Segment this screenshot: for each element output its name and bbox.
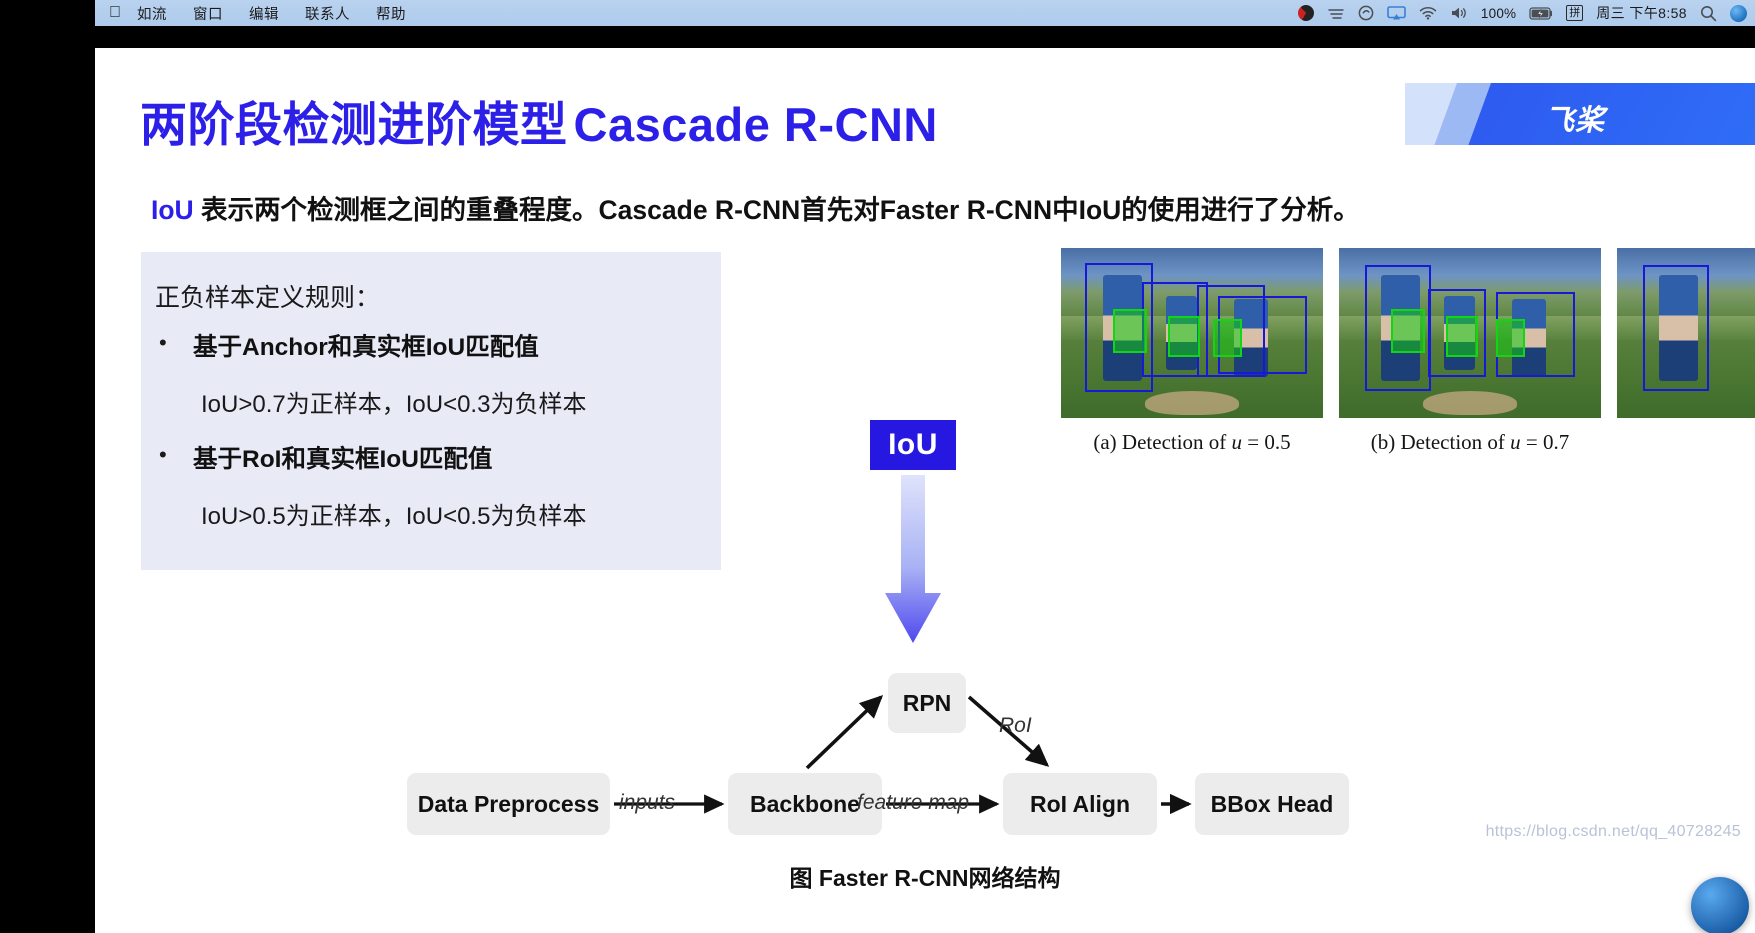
bullet-marker: •	[159, 330, 167, 355]
detection-image-b	[1339, 248, 1601, 418]
flowchart: Data Preprocess Backbone RPN RoI Align B…	[95, 613, 1755, 933]
menu-item-1[interactable]: 窗口	[193, 3, 223, 24]
photo-background	[1061, 248, 1323, 418]
search-icon[interactable]	[1700, 5, 1717, 22]
macos-menu-bar:  如流 窗口 编辑 联系人 帮助 100%	[0, 0, 1755, 26]
rules-detail-1: IoU>0.5为正样本，IoU<0.5为负样本	[201, 503, 587, 530]
rules-bullet-1: • 基于RoI和真实框IoU匹配值	[159, 440, 719, 475]
segmentation-mask	[1391, 309, 1426, 354]
floating-action-button[interactable]	[1691, 877, 1749, 933]
segmentation-mask	[1446, 316, 1478, 357]
subtitle-rest: 表示两个检测框之间的重叠程度。Cascade R-CNN首先对Faster R-…	[193, 195, 1360, 225]
rules-heading: 正负样本定义规则：	[155, 284, 381, 312]
airplay-icon[interactable]	[1387, 5, 1406, 21]
flow-node-bbox-head[interactable]: BBox Head	[1195, 773, 1349, 835]
segmentation-mask	[1496, 319, 1525, 357]
bullet-title: 基于Anchor和真实框IoU匹配值	[193, 334, 539, 361]
caption-variable: u	[1231, 430, 1243, 454]
menubar-left-filler	[0, 0, 95, 26]
menu-item-0[interactable]: 如流	[137, 3, 167, 24]
flow-node-roi-align[interactable]: RoI Align	[1003, 773, 1157, 835]
caption-variable: u	[1510, 430, 1521, 454]
brand-ribbon: 飞桨	[1405, 83, 1755, 145]
iou-badge: IoU	[870, 420, 956, 470]
menu-item-4[interactable]: 帮助	[376, 3, 406, 24]
detection-caption-a: (a) Detection of u = 0.5	[1061, 430, 1323, 455]
presentation-slide: 两阶段检测进阶模型 Cascade R-CNN 飞桨 IoU 表示两个检测框之间的…	[95, 48, 1755, 933]
flow-node-data-preprocess[interactable]: Data Preprocess	[407, 773, 610, 835]
title-chinese: 两阶段检测进阶模型	[140, 98, 568, 151]
battery-percent-label: 100%	[1480, 5, 1517, 21]
subtitle-accent: IoU	[151, 195, 194, 225]
battery-charging-icon[interactable]	[1529, 6, 1553, 20]
detection-caption-b: (b) Detection of u = 0.7	[1339, 430, 1601, 455]
flow-edge-label-inputs: inputs	[619, 791, 676, 814]
ribbon-band-main	[1468, 83, 1755, 145]
input-method-indicator[interactable]: 拼	[1566, 5, 1584, 21]
page-title: 两阶段检测进阶模型 Cascade R-CNN	[140, 86, 938, 155]
segmentation-mask	[1212, 319, 1242, 357]
bbox	[1643, 265, 1709, 391]
rules-detail-0: IoU>0.7为正样本，IoU<0.3为负样本	[201, 391, 587, 418]
disc-icon[interactable]	[1297, 5, 1314, 21]
detection-figure: (a) Detection of u = 0.5 (b) Detection o…	[965, 248, 1755, 518]
caption-index: (a)	[1093, 430, 1117, 454]
apple-icon[interactable]: 	[109, 5, 121, 21]
volume-icon[interactable]	[1450, 6, 1468, 20]
caption-text: Detection of	[1400, 430, 1511, 454]
globe-icon[interactable]	[1730, 4, 1747, 22]
flow-node-rpn[interactable]: RPN	[888, 673, 966, 733]
watermark-text: https://blog.csdn.net/qq_40728245	[1485, 823, 1741, 840]
photo-dirt-patch	[1422, 390, 1518, 415]
segmentation-mask	[1113, 309, 1148, 354]
flow-edge-label-roi: RoI	[999, 714, 1032, 737]
caption-equation: = 0.5	[1242, 430, 1291, 454]
letterbox-left	[0, 26, 95, 933]
photo-background	[1617, 248, 1755, 418]
bullet-marker: •	[159, 442, 167, 467]
wifi-icon[interactable]	[1419, 6, 1437, 20]
menu-item-2[interactable]: 编辑	[249, 3, 279, 24]
photo-background	[1339, 248, 1601, 418]
detection-image-a	[1061, 248, 1323, 418]
title-english: Cascade R-CNN	[573, 98, 938, 151]
caption-index: (b)	[1370, 430, 1396, 454]
caption-text: Detection of	[1121, 430, 1232, 454]
subtitle-line: IoU 表示两个检测框之间的重叠程度。Cascade R-CNN首先对Faste…	[151, 188, 1360, 227]
rules-panel: 正负样本定义规则： • 基于Anchor和真实框IoU匹配值 IoU>0.7为正…	[141, 252, 721, 570]
bullet-title: 基于RoI和真实框IoU匹配值	[193, 446, 493, 473]
rules-bullet-0: • 基于Anchor和真实框IoU匹配值	[159, 328, 719, 363]
photo-dirt-patch	[1144, 390, 1240, 415]
shield-icon[interactable]	[1358, 5, 1374, 21]
screen:  如流 窗口 编辑 联系人 帮助 100%	[0, 0, 1755, 933]
weather-icon[interactable]	[1327, 6, 1345, 21]
brand-label: 飞桨	[1545, 105, 1606, 137]
menubar-clock[interactable]: 周三 下午8:58	[1596, 3, 1687, 23]
menu-item-3[interactable]: 联系人	[305, 3, 350, 24]
detection-image-c	[1617, 248, 1755, 418]
segmentation-mask	[1168, 316, 1200, 357]
flow-edge-label-feature-map: feature map	[857, 791, 970, 814]
caption-equation: = 0.7	[1520, 430, 1570, 454]
flowchart-caption: 图 Faster R-CNN网络结构	[789, 865, 1061, 891]
menubar-status-area: 100% 拼 周三 下午8:58	[1297, 3, 1755, 23]
